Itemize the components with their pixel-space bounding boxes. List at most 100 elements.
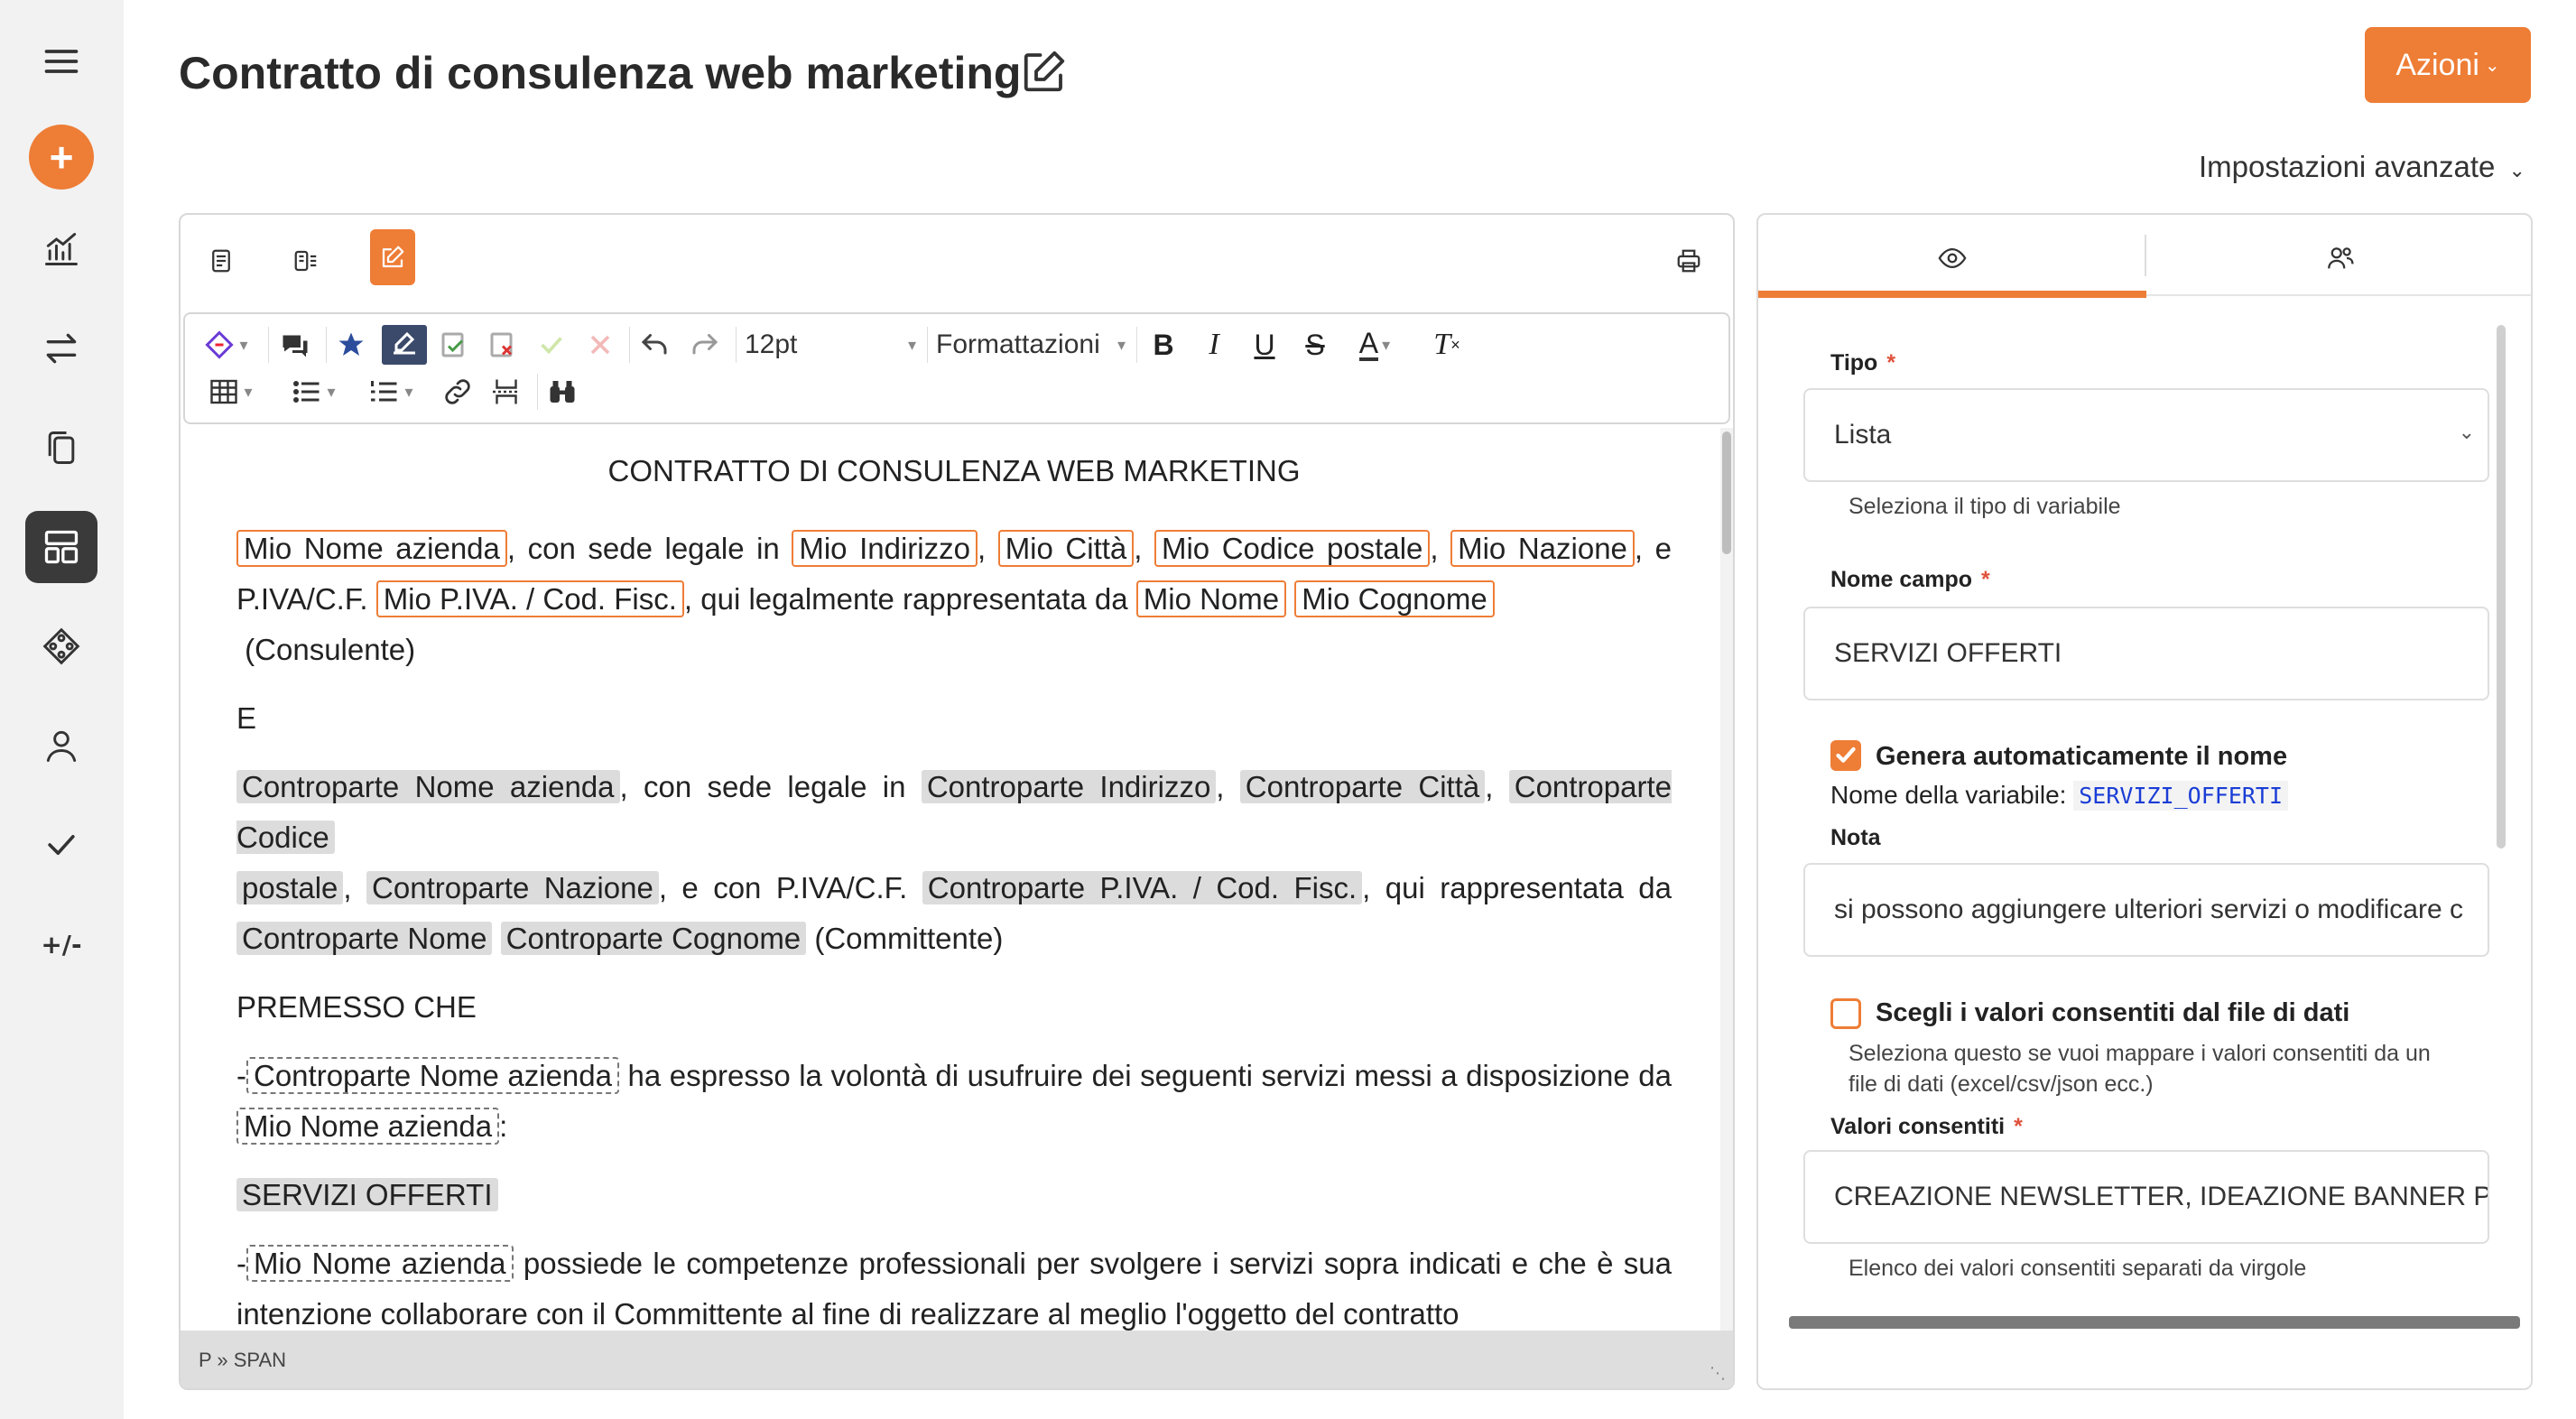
field-properties-panel: Tipo * Lista ⌄ Seleziona il tipo di varia… [1756, 213, 2533, 1390]
auto-name-checkbox[interactable] [1830, 740, 1861, 771]
field-cp-nome-azienda[interactable]: Controparte Nome azienda [236, 770, 620, 803]
field-mio-nazione[interactable]: Mio Nazione [1450, 530, 1635, 567]
add-button[interactable]: + [29, 125, 94, 190]
field-mio-cap[interactable]: Mio Codice postale [1154, 530, 1431, 567]
format-select[interactable]: Formattazioni ▾ [936, 325, 1126, 365]
mark-icon[interactable] [333, 325, 369, 365]
datafile-label: Scegli i valori consentiti dal file di d… [1876, 998, 2350, 1027]
menu-icon[interactable] [25, 25, 97, 97]
variables-label: +/- [41, 929, 82, 960]
nota-input[interactable]: si possono aggiungere ulteriori servizi … [1803, 863, 2489, 957]
dashboard-icon[interactable] [25, 511, 97, 583]
transfer-icon[interactable] [25, 312, 97, 385]
users-icon [2328, 247, 2354, 269]
field-cp-piva[interactable]: Controparte P.IVA. / Cod. Fisc. [922, 871, 1363, 904]
field-mio-indirizzo[interactable]: Mio Indirizzo [792, 530, 978, 567]
check-icon[interactable] [25, 809, 97, 881]
paragraph-consultant: Mio Nome azienda, con sede legale in Mio… [236, 524, 1672, 574]
valori-help: Elenco dei valori consentiti separati da… [1849, 1256, 2307, 1281]
link-icon[interactable] [440, 372, 476, 412]
chevron-down-icon: ⌄ [2484, 55, 2500, 76]
document-view-icon[interactable] [199, 233, 244, 289]
field-cp-nome[interactable]: Controparte Nome [236, 922, 493, 955]
resize-handle-icon[interactable]: ⋱ [1710, 1364, 1726, 1383]
paragraph-consultant-2: P.IVA/C.F. Mio P.IVA. / Cod. Fisc., qui … [236, 574, 1672, 675]
actions-label: Azioni [2395, 47, 2479, 82]
chevron-down-icon: ⌄ [2458, 421, 2475, 443]
table-icon[interactable]: ▾ [203, 372, 257, 412]
text-color-icon[interactable]: A ▾ [1348, 325, 1402, 365]
nome-campo-input[interactable]: SERVIZI OFFERTI [1803, 607, 2489, 700]
strikethrough-icon[interactable]: S [1297, 325, 1333, 365]
paragraph-servizi: SERVIZI OFFERTI [236, 1170, 1672, 1220]
edit-title-icon[interactable] [1020, 47, 1069, 96]
actions-button[interactable]: Azioni ⌄ [2365, 27, 2531, 103]
user-icon[interactable] [25, 710, 97, 782]
nota-label: Nota [1830, 825, 1881, 850]
undo-icon[interactable] [636, 325, 672, 365]
advanced-settings-toggle[interactable]: Impostazioni avanzate ⌄ [2199, 150, 2525, 184]
editor-scrollbar[interactable] [1720, 428, 1733, 1350]
bullet-list-icon[interactable]: ▾ [284, 372, 342, 412]
documents-icon[interactable] [25, 412, 97, 484]
document-editor: ▾ 12pt ▾ Formattazioni ▾ B I U S A ▾ T ×… [179, 213, 1735, 1390]
page-break-icon[interactable] [488, 372, 524, 412]
accept-changes-icon[interactable] [436, 325, 472, 365]
paragraph-e: E [236, 701, 257, 735]
panel-scrollbar[interactable] [2497, 325, 2506, 849]
field-cp-nome-azienda-2[interactable]: Controparte Nome azienda [246, 1057, 619, 1094]
editor-scroll-thumb[interactable] [1722, 431, 1731, 554]
document-content[interactable]: CONTRATTO DI CONSULENZA WEB MARKETING Mi… [236, 446, 1672, 1340]
editor-status-bar: P » SPAN ⋱ [181, 1331, 1733, 1388]
tab-preview[interactable] [1758, 233, 2146, 283]
chevron-down-icon: ⌄ [2508, 159, 2525, 181]
field-mio-piva[interactable]: Mio P.IVA. / Cod. Fisc. [375, 580, 684, 617]
field-mio-nome-azienda-2[interactable]: Mio Nome azienda [236, 1108, 500, 1145]
track-changes-icon[interactable] [382, 325, 427, 365]
redo-icon[interactable] [687, 325, 723, 365]
variables-icon[interactable]: +/- [25, 908, 97, 980]
field-cp-indirizzo[interactable]: Controparte Indirizzo [921, 770, 1217, 803]
font-size-select[interactable]: 12pt ▾ [745, 325, 916, 365]
analytics-icon[interactable] [25, 213, 97, 285]
tipo-label: Tipo * [1830, 350, 1896, 376]
tab-users[interactable] [2146, 233, 2531, 283]
add-icon: + [49, 134, 74, 181]
reject-changes-icon[interactable] [485, 325, 521, 365]
field-mio-nome-azienda-3[interactable]: Mio Nome azienda [246, 1245, 514, 1282]
comments-icon[interactable] [277, 325, 313, 365]
bold-icon[interactable]: B [1145, 325, 1181, 365]
field-mio-citta[interactable]: Mio Città [997, 530, 1135, 567]
compare-view-icon[interactable] [283, 233, 329, 289]
integrations-icon[interactable] [25, 610, 97, 682]
numbered-list-icon[interactable]: ▾ [362, 372, 420, 412]
datafile-help-1: Seleziona questo se vuoi mappare i valor… [1849, 1041, 2431, 1066]
field-cp-cap-cont[interactable]: postale [236, 871, 344, 904]
field-cp-cognome[interactable]: Controparte Cognome [500, 922, 807, 955]
underline-icon[interactable]: U [1246, 325, 1283, 365]
document-heading: CONTRATTO DI CONSULENZA WEB MARKETING [607, 454, 1301, 487]
paragraph-premise-1: - Controparte Nome azienda ha espresso la… [236, 1057, 1672, 1094]
field-cp-nazione[interactable]: Controparte Nazione [366, 871, 659, 904]
field-mio-nome-azienda[interactable]: Mio Nome azienda [236, 530, 507, 567]
variable-name-code: SERVIZI_OFFERTI [2073, 781, 2289, 811]
datafile-checkbox[interactable] [1830, 998, 1861, 1029]
format-label: Formattazioni [936, 329, 1100, 359]
font-size-value: 12pt [745, 329, 798, 359]
edit-mode-button[interactable] [370, 229, 415, 285]
field-mio-nome[interactable]: Mio Nome [1135, 580, 1287, 617]
tipo-select[interactable]: Lista ⌄ [1803, 388, 2489, 482]
find-replace-icon[interactable] [544, 372, 580, 412]
field-mio-cognome[interactable]: Mio Cognome [1294, 580, 1495, 617]
variables-menu-icon[interactable]: ▾ [201, 325, 250, 365]
auto-name-label: Genera automaticamente il nome [1876, 742, 2288, 771]
italic-icon[interactable]: I [1196, 325, 1232, 365]
datafile-help-2: file di dati (excel/csv/json ecc.) [1849, 1071, 2154, 1097]
clear-format-icon[interactable]: T × [1429, 325, 1465, 365]
field-servizi-offerti[interactable]: SERVIZI OFFERTI [236, 1178, 498, 1211]
panel-horizontal-scrollbar[interactable] [1789, 1316, 2520, 1329]
field-cp-citta[interactable]: Controparte Città [1239, 770, 1486, 803]
valori-input[interactable]: CREAZIONE NEWSLETTER, IDEAZIONE BANNER P… [1803, 1150, 2489, 1244]
paragraph-premise-1b: Mio Nome azienda: [236, 1101, 1672, 1152]
print-icon[interactable] [1666, 233, 1711, 289]
